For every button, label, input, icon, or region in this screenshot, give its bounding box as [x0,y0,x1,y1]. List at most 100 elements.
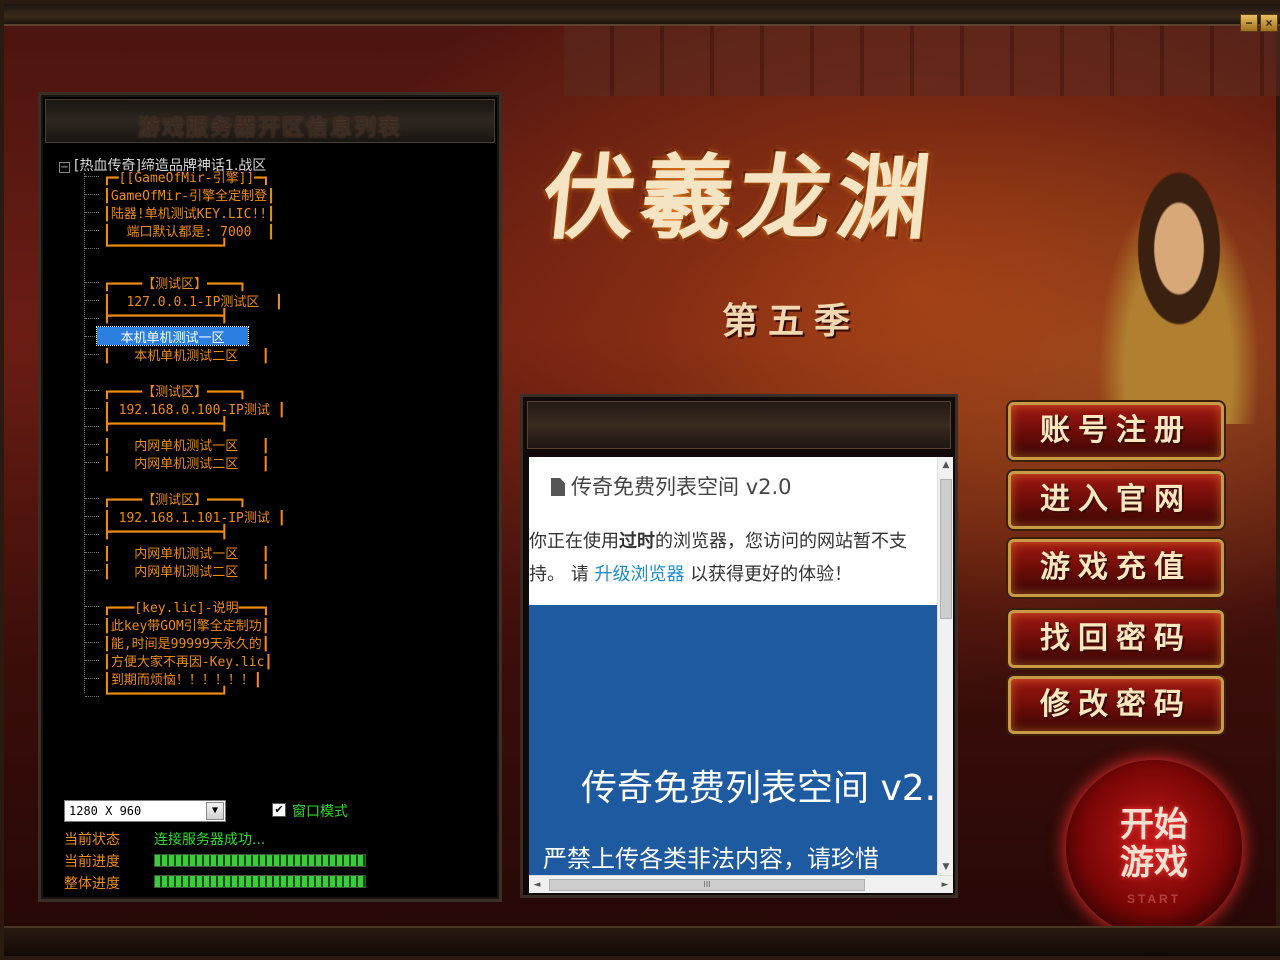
hero-subtitle: 严禁上传各类非法内容，请珍惜 [543,845,879,873]
tree-item[interactable]: ┃陆器!单机测试KEY.LIC!!┃ [103,203,275,222]
tree-connector-line [84,173,85,693]
vertical-scrollbar[interactable]: ▲ ▼ [937,457,953,875]
document-icon [551,478,565,496]
resolution-value: 1280 X 960 [69,804,142,818]
window-mode-checkbox[interactable]: ✔ [272,803,286,817]
tree-connector-dash [85,678,99,679]
tree-connector-dash [85,176,99,177]
window-mode-label[interactable]: 窗口模式 [292,801,348,821]
start-game-en-label: START [1126,892,1182,906]
overall-progress-label: 整体进度 [64,876,120,892]
tree-item[interactable]: ┏━[[GameOfMir-引擎]]━┓ [103,167,270,186]
tree-item[interactable]: ┗━━━━━━━━━━━━━━┛ [103,239,228,257]
warning-prefix: 你正在使用 [529,531,619,552]
window-frame-top [4,4,1280,26]
scroll-down-icon[interactable]: ▼ [938,859,953,875]
upgrade-browser-link[interactable]: 升级浏览器 [594,564,684,585]
current-status-label: 当前状态 [64,832,120,848]
tree-item[interactable]: ┣━━━━━━━━━━━━━━┫ [103,309,228,327]
recover-password-button[interactable]: 找回密码 [1008,610,1224,668]
tree-connector-dash [85,534,99,535]
tree-connector-dash [85,194,99,195]
tree-connector-dash [85,606,99,607]
scroll-left-icon[interactable]: ◄ [529,876,545,893]
server-tree[interactable]: − [热血传奇]缔造品牌神话1.战区 ┏━[[GameOfMir-引擎]]━┓ ┃G… [51,147,491,837]
outdated-browser-warning: 你正在使用过时的浏览器，您访问的网站暂不支持。 请 升级浏览器 以获得更好的体验… [529,525,933,591]
tree-item[interactable]: ┏━━━━【测试区】━━━━┓ [103,381,246,400]
tree-item[interactable]: ┃ 内网单机测试二区 ┃ [103,561,270,580]
start-game-label: 开始 游戏 [1066,806,1242,882]
minimize-button[interactable]: − [1240,14,1258,32]
window-frame-bottom [4,926,1280,956]
warning-bold: 过时 [619,531,655,552]
tree-item[interactable]: ┃方便大家不再因-Key.lic┃ [103,651,272,670]
tree-item[interactable]: ┃ 127.0.0.1-IP测试区 ┃ [103,291,283,310]
start-label-line2: 游戏 [1120,843,1188,883]
horizontal-scroll-thumb[interactable]: III [549,879,865,891]
tree-connector-dash [85,552,99,553]
tree-item[interactable]: ┃ 内网单机测试一区 ┃ [103,435,270,454]
tree-item[interactable]: ┏━━━━【测试区】━━━━┓ [103,489,246,508]
vertical-scroll-thumb[interactable] [940,479,952,619]
tree-connector-dash [85,444,99,445]
resolution-select[interactable]: 1280 X 960 ▼ [64,800,226,822]
change-password-button[interactable]: 修改密码 [1008,676,1224,734]
server-list-panel: 游戏服务器开区信息列表 − [热血传奇]缔造品牌神话1.战区 ┏━[[GameOf… [38,92,502,902]
register-account-button[interactable]: 账号注册 [1008,402,1224,460]
hero-title: 传奇免费列表空间 v2. [581,768,937,809]
server-list-title-bar: 游戏服务器开区信息列表 [45,99,495,143]
site-hero-banner [529,605,937,875]
tree-item[interactable]: ┃此key带GOM引擎全定制功┃ [103,615,270,634]
tree-item[interactable]: ┣━━━━━━━━━━━━━━┫ [103,417,228,435]
tree-item[interactable]: ┃ 端口默认都是: 7000 ┃ [103,221,275,240]
tree-connector-dash [85,426,99,427]
chevron-down-icon[interactable]: ▼ [206,802,224,820]
tree-item[interactable]: ┏━━━[key.lic]-说明━━━┓ [103,597,270,616]
tree-connector-dash [85,570,99,571]
current-progress-bar [154,854,366,867]
recharge-button[interactable]: 游戏充值 [1008,539,1224,597]
official-website-button[interactable]: 进入官网 [1008,471,1224,529]
tree-item[interactable]: ┣━━━━━━━━━━━━━━┫ [103,525,228,543]
tree-connector-dash [85,212,99,213]
launcher-window: − × 伏羲龙渊 第五季 游戏服务器开区信息列表 − [热血传奇]缔造品牌神话1.… [0,0,1280,960]
game-logo-title: 伏羲龙渊 [537,144,941,252]
tree-connector-dash [85,696,99,697]
overall-progress-bar [154,875,366,888]
scroll-right-icon[interactable]: ► [937,876,953,893]
tree-connector-dash [85,408,99,409]
tree-connector-dash [85,642,99,643]
tree-connector-dash [85,390,99,391]
tree-item[interactable]: ┃能,时间是99999天永久的┃ [103,633,270,652]
tree-item[interactable]: ┃ 内网单机测试二区 ┃ [103,453,270,472]
close-button[interactable]: × [1260,14,1278,32]
background-wall [564,26,1280,96]
server-list-title: 游戏服务器开区信息列表 [137,116,402,141]
tree-item[interactable]: ┃GameOfMir-引擎全定制登┃ [103,185,275,204]
scroll-up-icon[interactable]: ▲ [938,457,953,473]
start-label-line1: 开始 [1120,805,1188,845]
site-title: 传奇免费列表空间 [571,475,739,499]
start-game-button[interactable]: 开始 游戏 START [1066,760,1242,936]
tree-connector-dash [85,248,99,249]
tree-connector-dash [85,498,99,499]
tree-connector-dash [85,300,99,301]
current-status-value: 连接服务器成功... [154,832,266,848]
tree-item[interactable]: ┗━━━━━━━━━━━━━━┛ [103,687,228,705]
tree-connector-dash [85,336,99,337]
tree-connector-dash [85,624,99,625]
tree-connector-dash [85,462,99,463]
browser-title-bar [527,401,951,449]
tree-item[interactable]: ┏━━━━【测试区】━━━━┓ [103,273,246,292]
tree-expander-icon[interactable]: − [59,162,70,173]
tree-item[interactable]: ┃ 192.168.1.101-IP测试 ┃ [103,507,286,526]
embedded-webpage[interactable]: 传奇免费列表空间 v2.0 你正在使用过时的浏览器，您访问的网站暂不支持。 请 … [529,457,953,893]
tree-item-selected[interactable]: 本机单机测试一区 [96,326,249,346]
tree-item[interactable]: ┃到期而烦恼！！！！！！┃ [103,669,262,688]
horizontal-scrollbar[interactable]: ◄ III ► [529,875,953,893]
tree-item[interactable]: ┃ 内网单机测试一区 ┃ [103,543,270,562]
tree-connector-dash [85,354,99,355]
tree-item[interactable]: ┃ 本机单机测试二区 ┃ [103,345,270,364]
tree-item[interactable]: ┃ 192.168.0.100-IP测试 ┃ [103,399,286,418]
current-progress-fill [155,855,365,866]
